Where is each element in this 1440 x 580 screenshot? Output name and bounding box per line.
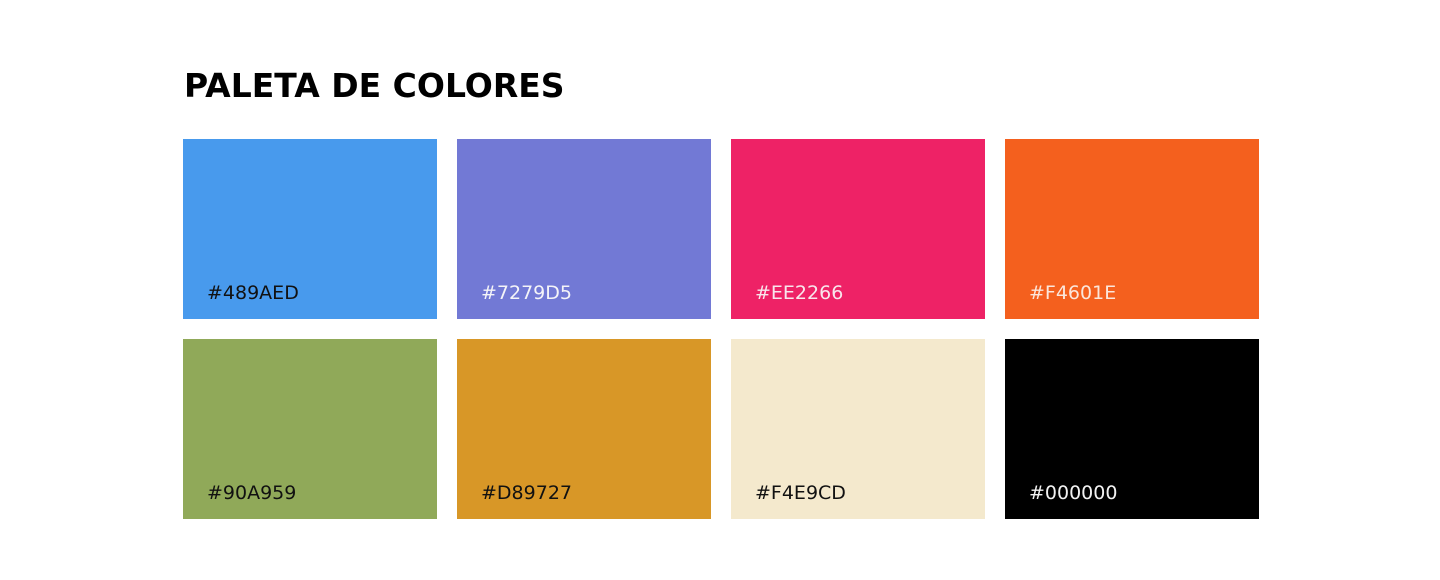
color-swatch: #7279D5: [457, 139, 711, 319]
color-swatch: #489AED: [183, 139, 437, 319]
color-code-label: #D89727: [481, 482, 572, 504]
color-code-label: #F4E9CD: [755, 482, 846, 504]
color-swatch: #90A959: [183, 339, 437, 519]
page-title: PALETA DE COLORES: [184, 66, 565, 105]
color-code-label: #EE2266: [755, 282, 844, 304]
color-palette-grid: #489AED #7279D5 #EE2266 #F4601E #90A959 …: [183, 139, 1259, 519]
color-swatch: #000000: [1005, 339, 1259, 519]
color-swatch: #EE2266: [731, 139, 985, 319]
color-swatch: #F4601E: [1005, 139, 1259, 319]
color-swatch: #F4E9CD: [731, 339, 985, 519]
color-code-label: #90A959: [207, 482, 297, 504]
color-code-label: #7279D5: [481, 282, 572, 304]
color-code-label: #F4601E: [1029, 282, 1117, 304]
color-code-label: #000000: [1029, 482, 1118, 504]
color-code-label: #489AED: [207, 282, 299, 304]
color-swatch: #D89727: [457, 339, 711, 519]
